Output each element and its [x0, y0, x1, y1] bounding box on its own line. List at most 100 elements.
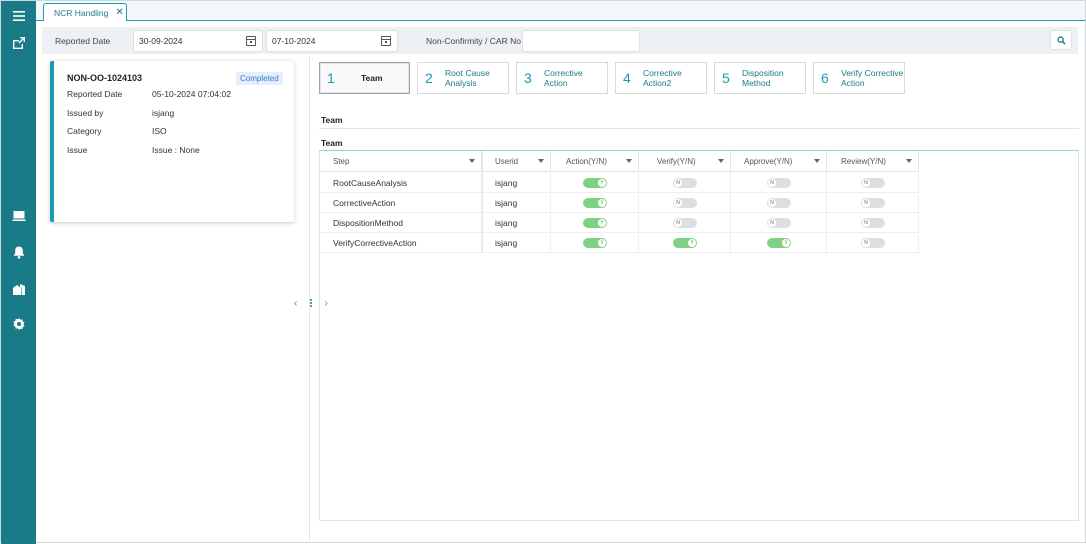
card-label: Category — [67, 126, 102, 136]
step-cell: RootCauseAnalysis — [320, 173, 482, 193]
column-header-verify[interactable]: Verify(Y/N) — [639, 151, 731, 172]
card-label: Reported Date — [67, 89, 123, 99]
chevron-left-icon[interactable]: ‹ — [294, 298, 297, 309]
action-toggle[interactable]: Y — [583, 218, 607, 228]
search-button[interactable] — [1050, 30, 1072, 50]
divider — [319, 128, 1079, 129]
userid-cell: isjang — [482, 233, 551, 253]
card-value: Issue : None — [152, 145, 200, 155]
step-value: VerifyCorrectiveAction — [333, 237, 417, 248]
verify-toggle[interactable]: N — [673, 218, 697, 228]
column-header-approve[interactable]: Approve(Y/N) — [731, 151, 827, 172]
step-root-cause-analysis[interactable]: 2 Root Cause Analysis — [417, 62, 509, 94]
step-label: Disposition Method — [742, 68, 784, 88]
ncr-card[interactable]: NON-OO-1024103 Completed Reported Date 0… — [50, 61, 294, 222]
card-value: isjang — [152, 108, 175, 118]
step-label: Corrective Action2 — [643, 68, 682, 88]
approve-cell: N — [731, 173, 827, 193]
action-toggle[interactable]: Y — [583, 238, 607, 248]
monitor-icon[interactable] — [10, 207, 27, 224]
filter-icon[interactable] — [906, 159, 912, 163]
step-number: 6 — [821, 70, 829, 86]
date-from-value: 30-09-2024 — [139, 36, 183, 46]
toggle-knob: N — [674, 199, 682, 207]
filter-icon[interactable] — [626, 159, 632, 163]
verify-cell: N — [639, 213, 731, 233]
filter-icon[interactable] — [538, 159, 544, 163]
verify-toggle[interactable]: N — [673, 198, 697, 208]
verify-cell: N — [639, 193, 731, 213]
step-corrective-action[interactable]: 3 Corrective Action — [516, 62, 608, 94]
toggle-knob: Y — [598, 199, 606, 207]
reported-date-label: Reported Date — [55, 36, 111, 46]
action-cell: Y — [551, 233, 639, 253]
step-number: 1 — [327, 70, 335, 86]
section-title: Team — [321, 115, 343, 125]
step-verify-corrective-action[interactable]: 6 Verify Corrective Action — [813, 62, 905, 94]
review-cell: N — [827, 173, 919, 193]
action-toggle[interactable]: Y — [583, 178, 607, 188]
drag-handle[interactable] — [310, 299, 312, 307]
date-to-value: 07-10-2024 — [272, 36, 316, 46]
approve-cell: N — [731, 213, 827, 233]
grid-title: Team — [321, 138, 343, 148]
approve-toggle[interactable]: Y — [767, 238, 791, 248]
verify-toggle[interactable]: Y — [673, 238, 697, 248]
menu-icon[interactable] — [10, 7, 27, 24]
filter-icon[interactable] — [469, 159, 475, 163]
step-number: 2 — [425, 70, 433, 86]
filter-bar: Reported Date 30-09-2024 07-10-2024 Non-… — [42, 27, 1078, 54]
verify-toggle[interactable]: N — [673, 178, 697, 188]
ncr-list-panel: NON-OO-1024103 Completed Reported Date 0… — [42, 56, 310, 543]
search-icon — [1056, 35, 1066, 45]
approve-toggle[interactable]: N — [767, 178, 791, 188]
column-header-action[interactable]: Action(Y/N) — [551, 151, 639, 172]
filter-icon[interactable] — [814, 159, 820, 163]
date-to-input[interactable]: 07-10-2024 — [266, 30, 398, 52]
action-toggle[interactable]: Y — [583, 198, 607, 208]
close-icon[interactable]: ✕ — [115, 7, 123, 18]
date-from-input[interactable]: 30-09-2024 — [133, 30, 263, 52]
review-toggle[interactable]: N — [861, 178, 885, 188]
column-header-userid[interactable]: Userid — [482, 151, 551, 172]
toggle-knob: N — [674, 219, 682, 227]
review-toggle[interactable]: N — [861, 198, 885, 208]
approve-toggle[interactable]: N — [767, 218, 791, 228]
filter-icon[interactable] — [718, 159, 724, 163]
settings-icon[interactable] — [10, 315, 27, 332]
toggle-knob: N — [768, 199, 776, 207]
approve-toggle[interactable]: N — [767, 198, 791, 208]
app-window: NCR Handling ✕ Reported Date 30-09-2024 … — [0, 0, 1086, 544]
step-label: Team — [361, 73, 383, 83]
review-toggle[interactable]: N — [861, 218, 885, 228]
column-header-review[interactable]: Review(Y/N) — [827, 151, 919, 172]
step-corrective-action2[interactable]: 4 Corrective Action2 — [615, 62, 707, 94]
action-cell: Y — [551, 173, 639, 193]
buildings-icon[interactable] — [10, 280, 27, 297]
toggle-knob: Y — [598, 239, 606, 247]
team-grid: Step Userid Action(Y/N) Verify(Y/N) Appr… — [319, 151, 1079, 521]
export-icon[interactable] — [10, 34, 27, 51]
review-cell: N — [827, 233, 919, 253]
step-team[interactable]: 1 Team — [319, 62, 410, 94]
step-disposition-method[interactable]: 5 Disposition Method — [714, 62, 806, 94]
step-label: Verify Corrective Action — [841, 68, 904, 88]
approve-cell: N — [731, 193, 827, 213]
calendar-icon[interactable] — [381, 36, 391, 46]
column-header-step[interactable]: Step — [320, 151, 482, 172]
tab-label: NCR Handling — [54, 7, 109, 18]
toggle-knob: N — [862, 199, 870, 207]
toggle-knob: Y — [598, 219, 606, 227]
card-value: 05-10-2024 07:04:02 — [152, 89, 231, 99]
step-cell: VerifyCorrectiveAction — [320, 233, 482, 253]
tab-ncr-handling[interactable]: NCR Handling ✕ — [43, 3, 127, 21]
toggle-knob: N — [862, 219, 870, 227]
review-toggle[interactable]: N — [861, 238, 885, 248]
car-no-input[interactable] — [522, 30, 640, 52]
userid-cell: isjang — [482, 213, 551, 233]
bell-icon[interactable] — [10, 243, 27, 260]
calendar-icon[interactable] — [246, 36, 256, 46]
card-label: Issued by — [67, 108, 104, 118]
step-value: DispositionMethod — [333, 217, 403, 228]
tab-bar: NCR Handling ✕ — [36, 1, 1085, 21]
